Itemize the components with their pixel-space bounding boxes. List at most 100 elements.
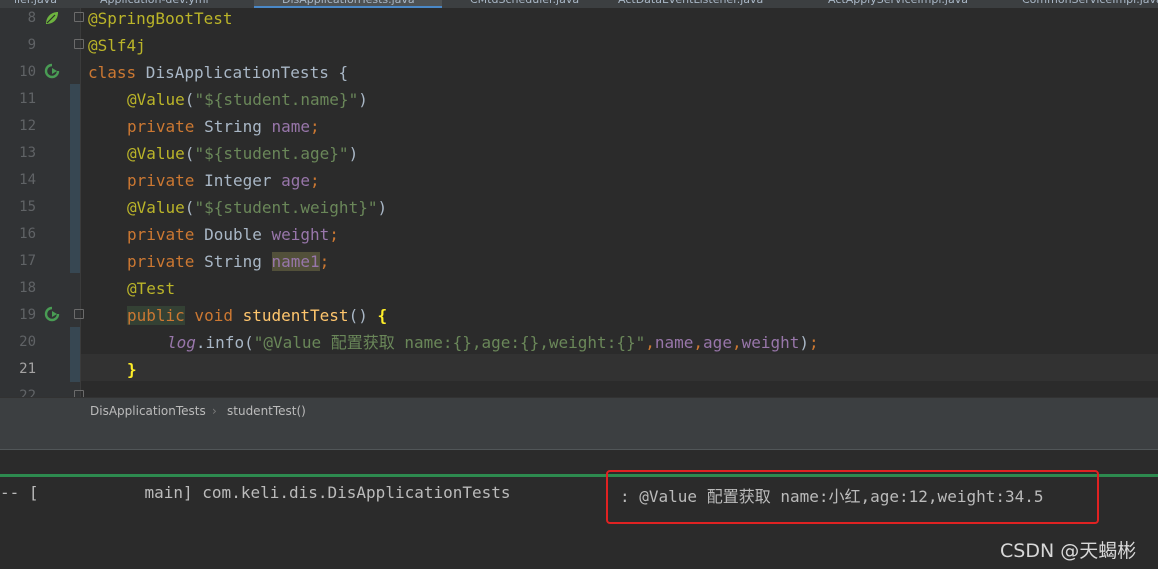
annotation: @Slf4j [88, 36, 146, 55]
string-literal: "${student.name}" [194, 90, 359, 109]
string-literal: "${student.weight}" [194, 198, 378, 217]
code-line-18: @Test [127, 275, 175, 302]
keyword: public [127, 306, 185, 325]
breadcrumb: DisApplicationTests › studentTest() [0, 397, 1158, 424]
run-test-class-icon[interactable] [44, 63, 60, 79]
keyword: private [127, 252, 195, 271]
paren: ( [184, 198, 195, 217]
tab-application-dev-yml[interactable]: Application-dev.yml [100, 0, 209, 8]
method-call: .info( [195, 333, 254, 352]
watermark: CSDN @天蝎彬 [1000, 540, 1137, 562]
gutter-divider [80, 8, 81, 397]
semicolon: ; [329, 225, 339, 244]
code-line-13: @Value("${student.age}") [127, 140, 358, 167]
code-line-9: @Slf4j [88, 32, 146, 59]
comma: , [693, 333, 704, 352]
annotation: @Value [127, 198, 185, 217]
annotation: @Test [127, 279, 176, 298]
paren: ( [184, 144, 195, 163]
keyword: void [184, 306, 243, 325]
field-name: age [703, 333, 732, 352]
tab-common-service-impl[interactable]: CommonServiceImpl.java [1022, 0, 1158, 8]
annotation: @SpringBootTest [88, 9, 233, 28]
code-line-19: public void studentTest() { [127, 302, 387, 329]
keyword: private [127, 117, 195, 136]
code-line-15: @Value("${student.weight}") [127, 194, 387, 221]
code-line-11: @Value("${student.name}") [127, 86, 368, 113]
code-line-17: private String name1; [127, 248, 329, 275]
fold-marker-icon[interactable] [74, 309, 84, 319]
string-literal: "@Value 配置获取 name:{},age:{},weight:{}" [253, 333, 646, 352]
field-name: age [281, 171, 311, 190]
comma: , [731, 333, 742, 352]
line-number: 10 [19, 64, 36, 80]
line-number: 17 [19, 253, 36, 269]
line-number: 14 [19, 172, 36, 188]
field-name: weight [271, 225, 330, 244]
code-line-16: private Double weight; [127, 221, 339, 248]
keyword: private [127, 225, 195, 244]
line-number: 9 [27, 37, 36, 53]
static-field-log: log [167, 333, 196, 352]
code-line-10: class DisApplicationTests { [88, 59, 348, 86]
unused-field-name: name1 [271, 252, 320, 271]
type-name: String [194, 252, 272, 271]
semicolon: ; [310, 171, 320, 190]
paren: ) [348, 144, 359, 163]
field-name: weight [741, 333, 800, 352]
code-line-21: } [127, 356, 137, 383]
fold-marker-icon[interactable] [74, 39, 84, 49]
vcs-change-bar [70, 84, 80, 273]
code-line-20: log.info("@Value 配置获取 name:{},age:{},wei… [167, 329, 819, 356]
tab-dis-application-tests[interactable]: DisApplicationTests.java [254, 0, 442, 8]
semicolon: ; [809, 333, 819, 352]
line-number: 20 [19, 334, 36, 350]
fold-marker-icon[interactable] [74, 12, 84, 22]
tool-window-splitter[interactable] [0, 423, 1158, 449]
line-number: 12 [19, 118, 36, 134]
method-name: studentTest [242, 306, 349, 325]
line-number: 11 [19, 91, 36, 107]
annotation: @Value [127, 144, 185, 163]
line-number: 15 [19, 199, 36, 215]
class-declaration: DisApplicationTests { [136, 63, 349, 82]
line-number: 22 [19, 388, 36, 397]
breadcrumb-separator: › [212, 404, 217, 418]
code-editor[interactable]: 8 9 10 11 12 13 14 15 16 17 18 19 20 21 … [0, 8, 1158, 397]
paren: ( [184, 90, 195, 109]
tab-act-apply-service-impl[interactable]: ActApplyServiceImpl.java [828, 0, 968, 8]
comma: , [645, 333, 655, 352]
keyword: class [88, 63, 137, 82]
type-name: Integer [194, 171, 282, 190]
vcs-change-bar [70, 327, 80, 382]
line-number: 19 [19, 307, 36, 323]
keyword: private [127, 171, 195, 190]
fold-marker-icon[interactable] [74, 390, 84, 397]
code-line-8: @SpringBootTest [88, 8, 233, 32]
tab-cmtd-scheduler[interactable]: CMtdScheduler.java [470, 0, 579, 8]
field-name: name [271, 117, 311, 136]
paren: ) [358, 90, 368, 109]
line-number: 16 [19, 226, 36, 242]
line-number: 13 [19, 145, 36, 161]
breadcrumb-method[interactable]: studentTest() [227, 404, 306, 418]
line-number-current: 21 [19, 361, 36, 377]
paren: ) [377, 198, 388, 217]
tab-act-data-event-listener[interactable]: ActDataEventListener.java [618, 0, 763, 8]
current-line-highlight [81, 354, 1158, 381]
tab-controller[interactable]: ller.java [14, 0, 57, 8]
matched-brace: { [377, 306, 388, 325]
editor-tab-strip: ller.java Application-dev.yml DisApplica… [0, 0, 1158, 8]
paren: () [348, 306, 378, 325]
run-test-method-icon[interactable] [44, 306, 60, 322]
spring-leaf-icon[interactable] [44, 10, 60, 26]
console-log-prefix: -- [ main] com.keli.dis.DisApplicationTe… [0, 483, 511, 502]
code-line-14: private Integer age; [127, 167, 320, 194]
paren: ) [799, 333, 810, 352]
highlight-annotation-box [606, 470, 1099, 524]
breadcrumb-class[interactable]: DisApplicationTests [90, 404, 206, 418]
line-number: 18 [19, 280, 36, 296]
type-name: String [194, 117, 272, 136]
annotation: @Value [127, 90, 185, 109]
code-line-12: private String name; [127, 113, 320, 140]
